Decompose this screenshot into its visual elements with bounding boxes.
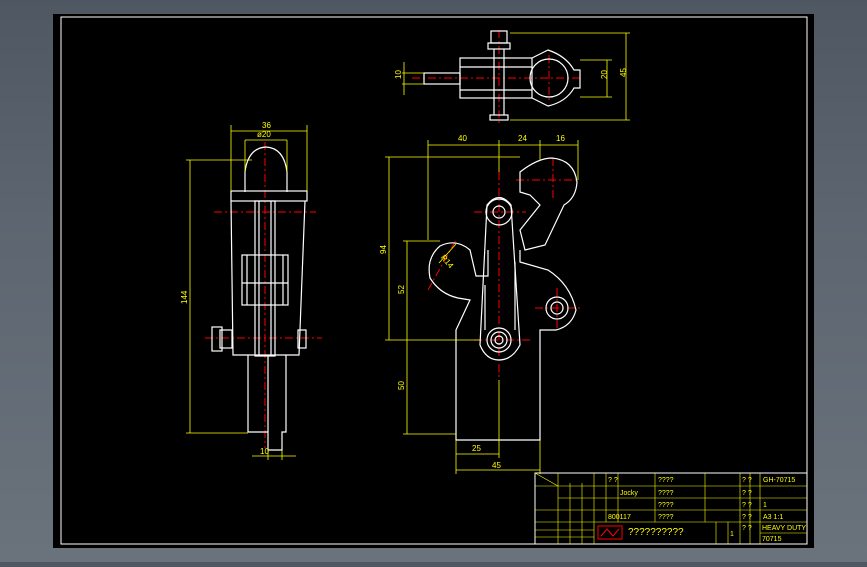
tb-q1-c: ? ? — [742, 490, 752, 497]
front-dim-50: 50 — [397, 381, 406, 390]
tb-model: HEAVY DUTY — [762, 525, 806, 532]
side-dim-144: 144 — [180, 290, 189, 304]
tb-jocky: Jocky — [620, 490, 638, 497]
tb-q4-c: ???? — [658, 502, 674, 509]
drawing-area — [53, 14, 814, 548]
front-dim-24: 24 — [518, 134, 527, 143]
front-dim-40: 40 — [458, 134, 467, 143]
tb-q4-d: ???? — [658, 514, 674, 521]
tb-code: 800117 — [608, 514, 631, 521]
tb-q1-e: ? ? — [742, 514, 752, 521]
front-dim-25: 25 — [472, 444, 481, 453]
top-dim-45: 45 — [619, 68, 628, 77]
side-dim-36: 36 — [262, 121, 271, 130]
tb-q1-f: ? ? — [742, 525, 752, 532]
tb-page: 1 — [730, 531, 734, 538]
top-dim-20: 20 — [600, 70, 609, 79]
tb-q1: ? ? — [608, 477, 618, 484]
drawing-canvas: 10 20 45 36 ø20 144 10 40 24 16 94 52 50… — [53, 14, 814, 548]
top-dim-10: 10 — [394, 70, 403, 79]
tb-q1-d: ? ? — [742, 502, 752, 509]
tb-one: 1 — [763, 502, 767, 509]
front-dim-52: 52 — [397, 285, 406, 294]
front-dim-94: 94 — [379, 245, 388, 254]
side-dim-10: 10 — [260, 447, 269, 456]
side-dim-d20: ø20 — [257, 130, 271, 139]
tb-model-no: 70715 — [762, 536, 782, 543]
tb-company: ?????????? — [628, 527, 684, 538]
cad-viewport[interactable]: 10 20 45 36 ø20 144 10 40 24 16 94 52 50… — [0, 0, 867, 562]
tb-drawing-no: GH-70715 — [763, 477, 795, 484]
tb-q4-b: ???? — [658, 490, 674, 497]
tb-q1-b: ? ? — [742, 477, 752, 484]
front-dim-45: 45 — [492, 461, 501, 470]
front-dim-16: 16 — [556, 134, 565, 143]
tb-q4-a: ???? — [658, 477, 674, 484]
tb-scale: A3 1:1 — [763, 514, 783, 521]
